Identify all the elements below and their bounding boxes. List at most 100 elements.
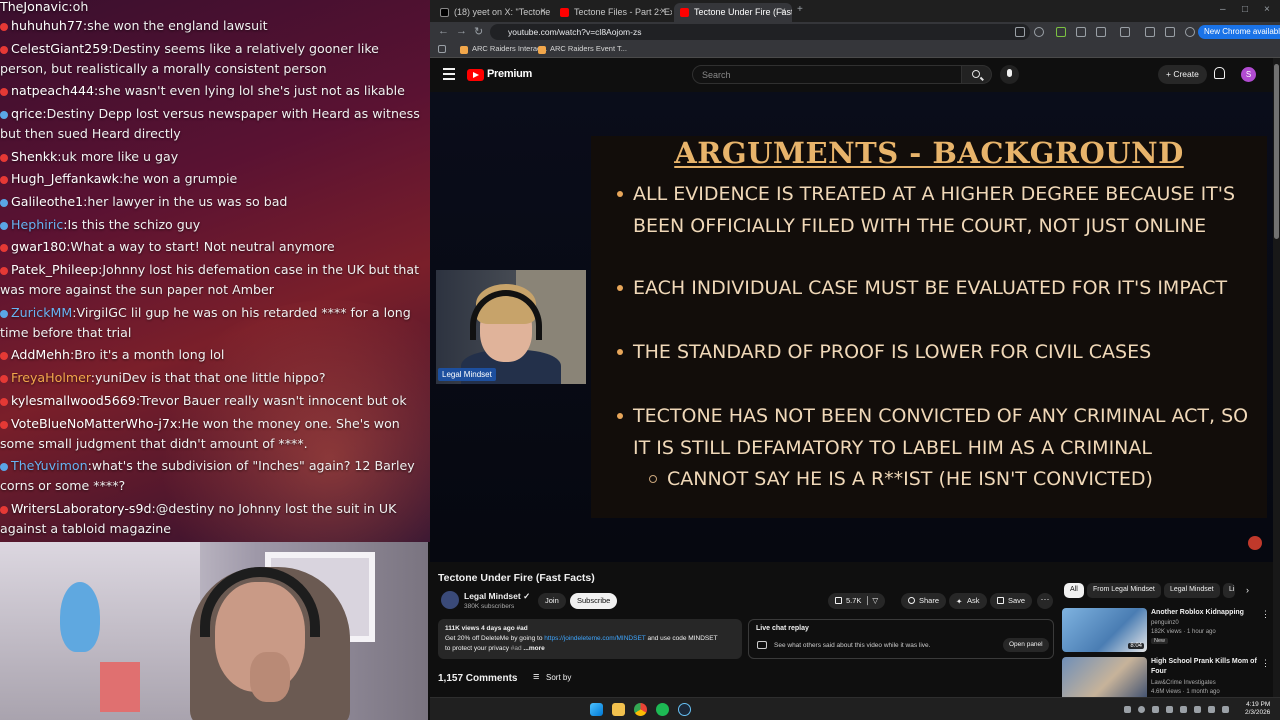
url-input[interactable]: youtube.com/watch?v=cl8Aojom-zs — [490, 24, 1030, 40]
chat-username[interactable]: AddMehh — [11, 347, 70, 362]
related-channel[interactable]: penguinz0 — [1151, 619, 1179, 628]
description-link[interactable]: https://joindeleteme.com/MINDSET — [544, 635, 645, 642]
spotify-icon[interactable] — [656, 703, 669, 716]
maximize-icon[interactable]: □ — [1242, 4, 1248, 15]
chat-username[interactable]: huhuhuh77 — [11, 18, 83, 33]
chat-username[interactable]: FreyaHolmer — [11, 370, 91, 385]
sidepanel-icon[interactable] — [1120, 27, 1130, 37]
related-title[interactable]: High School Prank Kills Mom of Four — [1151, 657, 1263, 676]
chat-username[interactable]: WritersLaboratory-s9d — [11, 501, 151, 516]
account-avatar[interactable]: S — [1241, 67, 1256, 82]
close-icon[interactable]: × — [780, 6, 786, 17]
tray-icon[interactable] — [1124, 706, 1131, 713]
bookmark-item[interactable]: ARC Raiders Interac... — [460, 44, 547, 54]
chip-channel[interactable]: Legal Mindset — [1164, 583, 1220, 598]
chat-username[interactable]: CelestGiant259 — [11, 41, 108, 56]
scrollbar-thumb[interactable] — [1274, 64, 1279, 239]
related-title[interactable]: Another Roblox Kidnapping — [1151, 608, 1263, 618]
chat-username[interactable]: kylesmallwood5669 — [11, 393, 136, 408]
join-button[interactable]: Join — [538, 593, 566, 609]
chip-all[interactable]: All — [1064, 583, 1084, 598]
create-button[interactable]: + Create — [1158, 65, 1207, 84]
profile-icon[interactable] — [1185, 27, 1195, 37]
chat-username[interactable]: ZurickMM — [11, 305, 72, 320]
steam-icon[interactable] — [678, 703, 691, 716]
subscribe-button[interactable]: Subscribe — [570, 593, 618, 609]
clock[interactable]: 4:19 PM 2/3/2026 — [1245, 701, 1270, 717]
tray-icon[interactable] — [1138, 706, 1145, 713]
more-link[interactable]: ...more — [522, 645, 544, 652]
download-icon[interactable] — [1145, 27, 1155, 37]
apps-icon[interactable] — [438, 45, 446, 53]
tab-tectone-files[interactable]: Tectone Files - Part 2: Exclusive × — [554, 3, 672, 22]
chat-username[interactable]: gwar180 — [11, 239, 66, 254]
close-icon[interactable]: × — [540, 6, 546, 17]
chip-more[interactable]: Li — [1223, 583, 1235, 598]
related-thumbnail[interactable] — [1062, 657, 1147, 701]
reload-icon[interactable]: ↻ — [474, 25, 483, 38]
tray-icon[interactable] — [1166, 706, 1173, 713]
related-video[interactable]: 8:04 Another Roblox Kidnapping penguinz0… — [1062, 608, 1272, 652]
hamburger-menu-icon[interactable] — [443, 68, 455, 80]
kebab-menu-icon[interactable]: ⋮ — [1261, 609, 1270, 620]
description-box[interactable]: 111K views 4 days ago #ad Get 20% off De… — [438, 619, 742, 659]
minimize-icon[interactable]: – — [1220, 4, 1226, 15]
close-window-icon[interactable]: × — [1264, 4, 1270, 15]
puzzle-icon[interactable] — [1096, 27, 1106, 37]
chat-username[interactable]: TheYuvimon — [11, 458, 88, 473]
thumbs-down-icon[interactable]: │ ▽ — [864, 596, 879, 605]
share-icon[interactable] — [1165, 27, 1175, 37]
like-button[interactable]: 5.7K │ ▽ — [828, 593, 886, 609]
chat-username[interactable]: qrice — [11, 106, 42, 121]
star-icon[interactable] — [1034, 27, 1044, 37]
file-explorer-icon[interactable] — [612, 703, 625, 716]
page-scrollbar[interactable] — [1273, 58, 1280, 698]
volume-icon[interactable] — [1208, 706, 1215, 713]
wifi-icon[interactable] — [1194, 706, 1201, 713]
tray-icon[interactable] — [1180, 706, 1187, 713]
mic-icon[interactable] — [1000, 65, 1019, 84]
chip-from-channel[interactable]: From Legal Mindset — [1087, 583, 1161, 598]
save-button[interactable]: Save — [990, 593, 1033, 609]
video-player[interactable]: Legal Mindset ARGUMENTS - BACKGROUND ALL… — [430, 92, 1273, 562]
search-input[interactable]: Search — [692, 65, 962, 84]
chat-username[interactable]: VoteBlueNoMatterWho-j7x — [11, 416, 177, 431]
extension2-icon[interactable] — [1076, 27, 1086, 37]
channel-avatar[interactable] — [441, 591, 459, 609]
chat-username[interactable]: Shenkk — [11, 149, 57, 164]
chat-username[interactable]: TheJonavic — [0, 0, 68, 14]
windows-start-icon[interactable] — [590, 703, 603, 716]
more-icon[interactable]: ··· — [1037, 593, 1053, 609]
install-icon[interactable] — [1015, 27, 1025, 37]
related-thumbnail[interactable]: 8:04 — [1062, 608, 1147, 652]
related-channel[interactable]: Law&Crime Investigates — [1151, 679, 1216, 688]
back-icon[interactable]: ← — [438, 25, 449, 37]
chevron-right-icon[interactable]: › — [1246, 585, 1249, 595]
open-panel-button[interactable]: Open panel — [1003, 638, 1049, 652]
chrome-icon[interactable] — [634, 703, 647, 716]
bookmark-item[interactable]: ARC Raiders Event T... — [538, 44, 627, 54]
new-chrome-button[interactable]: New Chrome available — [1198, 25, 1280, 39]
battery-icon[interactable] — [1222, 706, 1229, 713]
extension-icon[interactable] — [1056, 27, 1066, 37]
chat-username[interactable]: Hugh_Jeffankawk — [11, 171, 119, 186]
ask-button[interactable]: ✦ Ask — [949, 593, 987, 609]
share-button[interactable]: Share — [901, 593, 947, 609]
chat-username[interactable]: natpeach444 — [11, 83, 94, 98]
sort-by-button[interactable]: Sort by — [533, 671, 571, 683]
kebab-menu-icon[interactable]: ⋮ — [1261, 658, 1270, 669]
chat-username[interactable]: Patek_Phileep — [11, 262, 98, 277]
chat-username[interactable]: Hephiric — [11, 217, 63, 232]
tray-icon[interactable] — [1152, 706, 1159, 713]
search-button[interactable] — [962, 65, 992, 84]
channel-name[interactable]: Legal Mindset ✓ — [464, 591, 530, 602]
forward-icon[interactable]: → — [456, 25, 467, 37]
new-tab-icon[interactable]: + — [797, 4, 803, 15]
hashtag[interactable]: #ad — [511, 645, 522, 652]
tab-x[interactable]: (18) yeet on X: "Tectone confir × — [434, 3, 552, 22]
close-icon[interactable]: × — [660, 6, 666, 17]
tab-tectone-under-fire[interactable]: Tectone Under Fire (Fast Fa × — [674, 3, 792, 22]
chat-username[interactable]: Galileothe1 — [11, 194, 83, 209]
notifications-bell-icon[interactable] — [1214, 67, 1225, 79]
related-video[interactable]: High School Prank Kills Mom of Four Law&… — [1062, 657, 1272, 701]
